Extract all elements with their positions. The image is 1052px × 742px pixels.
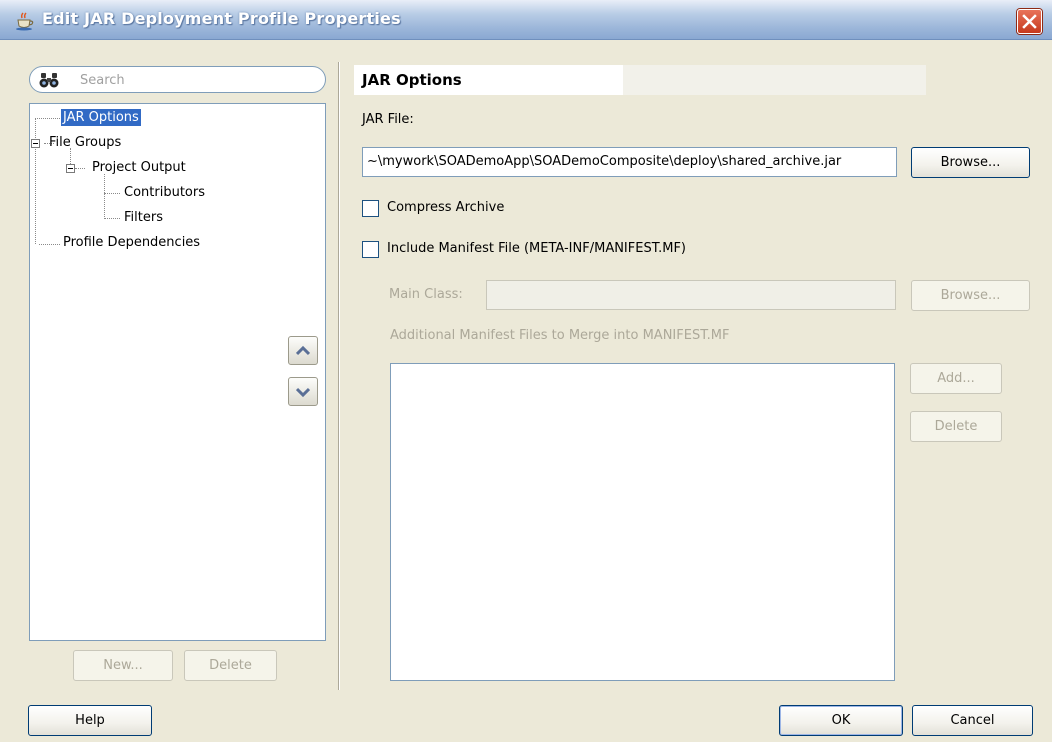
browse-button-label: Browse... xyxy=(940,155,1001,170)
new-profile-button[interactable]: New... xyxy=(73,650,173,681)
browse-button-label: Browse... xyxy=(940,288,1001,303)
compress-archive-label: Compress Archive xyxy=(387,200,505,215)
tree-item-label: Contributors xyxy=(124,185,205,200)
include-manifest-checkbox[interactable] xyxy=(362,241,379,258)
search-input[interactable] xyxy=(80,70,310,90)
section-title: JAR Options xyxy=(354,65,926,95)
navigation-tree[interactable]: JAR Options File Groups Project Output C… xyxy=(29,103,326,641)
window-title: Edit JAR Deployment Profile Properties xyxy=(42,9,401,28)
help-button[interactable]: Help xyxy=(28,705,152,736)
manifest-files-list[interactable] xyxy=(390,363,895,681)
tree-item-contributors[interactable]: Contributors xyxy=(124,183,205,203)
main-class-field[interactable] xyxy=(486,280,896,310)
additional-manifest-label: Additional Manifest Files to Merge into … xyxy=(390,328,730,343)
search-field[interactable] xyxy=(29,66,326,93)
new-button-label: New... xyxy=(103,658,143,673)
collapse-project-output-icon[interactable] xyxy=(66,164,75,173)
add-manifest-button[interactable]: Add... xyxy=(910,363,1002,394)
ok-button[interactable]: OK xyxy=(779,705,903,736)
help-button-label: Help xyxy=(75,713,105,728)
java-cup-icon xyxy=(16,12,34,31)
tree-item-file-groups[interactable]: File Groups xyxy=(49,133,121,153)
panel-divider xyxy=(338,62,340,690)
tree-connector xyxy=(35,119,36,244)
main-class-browse-button[interactable]: Browse... xyxy=(911,280,1030,311)
tree-connector xyxy=(39,244,60,245)
tree-item-label: Filters xyxy=(124,210,163,225)
delete-button-label: Delete xyxy=(209,658,252,673)
tree-item-profile-dependencies[interactable]: Profile Dependencies xyxy=(63,233,200,253)
chevron-up-icon xyxy=(296,345,310,356)
tree-item-label: Project Output xyxy=(92,160,186,175)
tree-connector xyxy=(75,168,85,169)
close-button[interactable] xyxy=(1017,9,1042,34)
jar-file-field[interactable]: ~\mywork\SOADemoApp\SOADemoComposite\dep… xyxy=(362,147,897,177)
delete-manifest-button[interactable]: Delete xyxy=(910,411,1002,442)
ok-button-label: OK xyxy=(831,713,851,728)
title-bar[interactable]: Edit JAR Deployment Profile Properties xyxy=(0,0,1052,40)
cancel-button[interactable]: Cancel xyxy=(912,705,1033,736)
tree-connector xyxy=(104,174,105,219)
main-class-label: Main Class: xyxy=(389,287,463,302)
tree-item-filters[interactable]: Filters xyxy=(124,208,163,228)
tree-item-label: File Groups xyxy=(49,135,122,150)
tree-item-label: JAR Options xyxy=(61,109,141,126)
add-button-label: Add... xyxy=(937,371,975,386)
compress-archive-checkbox[interactable] xyxy=(362,200,379,217)
tree-item-jar-options[interactable]: JAR Options xyxy=(61,108,141,128)
cancel-button-label: Cancel xyxy=(950,713,995,728)
move-down-button[interactable] xyxy=(288,377,318,406)
tree-connector xyxy=(104,218,120,219)
include-manifest-label: Include Manifest File (META-INF/MANIFEST… xyxy=(387,241,687,256)
move-up-button[interactable] xyxy=(288,336,318,365)
binoculars-icon xyxy=(39,73,59,88)
tree-item-project-output[interactable]: Project Output xyxy=(92,158,186,178)
jar-file-label: JAR File: xyxy=(362,112,414,127)
chevron-down-icon xyxy=(296,387,310,398)
delete-button-label: Delete xyxy=(934,419,978,434)
close-icon xyxy=(1022,14,1037,29)
edit-jar-deployment-dialog: Edit JAR Deployment Profile Properties S… xyxy=(0,0,1052,742)
collapse-file-groups-icon[interactable] xyxy=(31,139,40,148)
delete-profile-button[interactable]: Delete xyxy=(184,650,277,681)
tree-item-label: Profile Dependencies xyxy=(63,235,201,250)
tree-connector xyxy=(35,118,60,119)
tree-connector xyxy=(104,193,120,194)
jar-file-browse-button[interactable]: Browse... xyxy=(911,147,1030,178)
